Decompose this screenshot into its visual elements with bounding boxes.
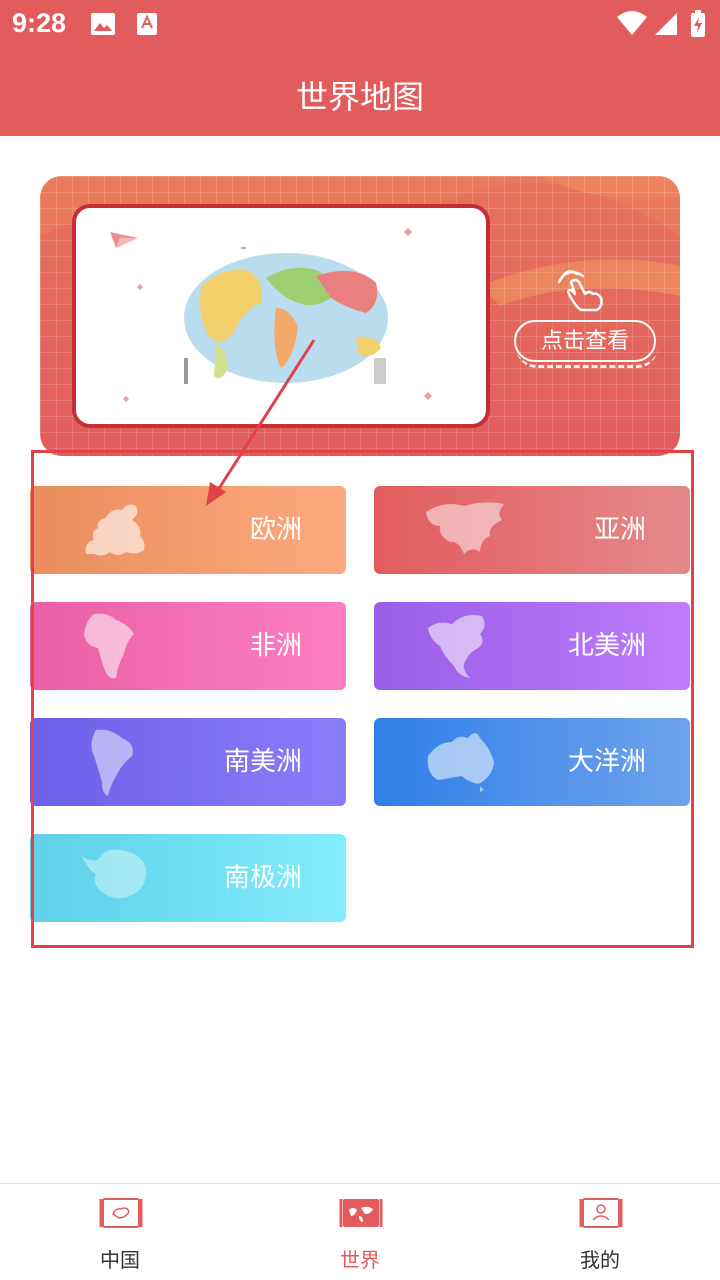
view-map-button[interactable]: 点击查看 bbox=[514, 320, 656, 362]
world-map-image bbox=[110, 228, 432, 402]
status-bar: 9:28 bbox=[0, 0, 720, 48]
text-notification-icon bbox=[137, 13, 157, 35]
bottom-navigation: 中国 世界 我的 bbox=[0, 1183, 720, 1280]
app-bar: 世界地图 bbox=[0, 48, 720, 136]
battery-charging-icon bbox=[691, 10, 705, 37]
wifi-icon bbox=[617, 11, 647, 35]
nav-tab-profile[interactable]: 我的 bbox=[480, 1184, 720, 1280]
profile-scroll-icon bbox=[579, 1198, 623, 1228]
tap-hand-icon bbox=[557, 270, 603, 312]
nav-label: 中国 bbox=[100, 1248, 140, 1272]
page-title: 世界地图 bbox=[295, 78, 424, 116]
image-notification-icon bbox=[91, 13, 115, 35]
world-map-scroll-icon bbox=[339, 1199, 383, 1227]
nav-tab-world[interactable]: 世界 bbox=[240, 1184, 480, 1280]
world-map-preview[interactable] bbox=[72, 204, 490, 428]
nav-tab-china[interactable]: 中国 bbox=[0, 1184, 240, 1280]
nav-label: 世界 bbox=[340, 1248, 380, 1272]
cell-signal-icon bbox=[655, 13, 677, 35]
status-time: 9:28 bbox=[12, 8, 67, 38]
annotation-highlight-box bbox=[31, 450, 694, 948]
nav-label: 我的 bbox=[580, 1248, 620, 1272]
china-map-scroll-icon bbox=[99, 1198, 143, 1228]
world-map-banner[interactable]: 点击查看 bbox=[40, 176, 680, 456]
